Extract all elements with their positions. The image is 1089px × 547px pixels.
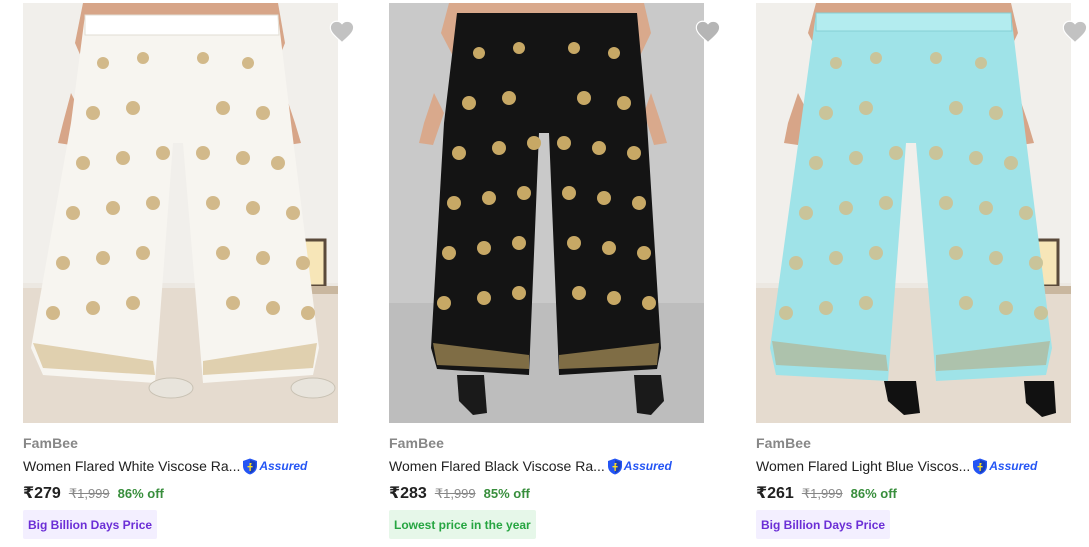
heart-icon[interactable] — [327, 18, 357, 46]
discount-percent: 85% off — [483, 486, 530, 501]
product-title[interactable]: Women Flared Light Blue Viscos... — [756, 458, 970, 474]
assured-label: Assured — [623, 459, 672, 473]
product-image[interactable] — [23, 3, 338, 423]
original-price: ₹1,999 — [434, 486, 476, 501]
heart-icon[interactable] — [1060, 18, 1089, 46]
product-image[interactable] — [756, 3, 1071, 423]
brand-name: FamBee — [389, 435, 445, 451]
offer-badge: Lowest price in the year — [389, 510, 536, 539]
title-row: Women Flared Light Blue Viscos... Assure… — [756, 456, 1037, 476]
assured-label: Assured — [259, 459, 308, 473]
heart-icon[interactable] — [693, 18, 723, 46]
price-row: ₹261 ₹1,999 86% off — [756, 483, 897, 503]
product-title[interactable]: Women Flared White Viscose Ra... — [23, 458, 240, 474]
title-row: Women Flared Black Viscose Ra... Assured — [389, 456, 672, 476]
product-title[interactable]: Women Flared Black Viscose Ra... — [389, 458, 605, 474]
product-card[interactable]: FamBee Women Flared White Viscose Ra... … — [23, 0, 355, 547]
brand-name: FamBee — [23, 435, 79, 451]
selling-price: ₹283 — [389, 485, 427, 502]
shield-icon — [607, 458, 622, 474]
price-row: ₹279 ₹1,999 86% off — [23, 483, 164, 503]
assured-badge: Assured — [972, 457, 1037, 475]
selling-price: ₹279 — [23, 485, 61, 502]
assured-badge: Assured — [242, 457, 307, 475]
original-price: ₹1,999 — [801, 486, 843, 501]
product-image[interactable] — [389, 3, 704, 423]
shield-icon — [973, 458, 988, 474]
original-price: ₹1,999 — [68, 486, 110, 501]
discount-percent: 86% off — [850, 486, 897, 501]
offer-badge: Big Billion Days Price — [756, 510, 891, 539]
product-card[interactable]: FamBee Women Flared Black Viscose Ra... … — [389, 0, 721, 547]
price-row: ₹283 ₹1,999 85% off — [389, 483, 530, 503]
discount-percent: 86% off — [117, 486, 164, 501]
offer-badge: Big Billion Days Price — [23, 510, 158, 539]
product-grid: FamBee Women Flared White Viscose Ra... … — [0, 0, 1089, 547]
shield-icon — [243, 458, 258, 474]
assured-label: Assured — [989, 459, 1038, 473]
selling-price: ₹261 — [756, 485, 794, 502]
brand-name: FamBee — [756, 435, 812, 451]
title-row: Women Flared White Viscose Ra... Assured — [23, 456, 307, 476]
product-card[interactable]: FamBee Women Flared Light Blue Viscos...… — [756, 0, 1089, 547]
assured-badge: Assured — [607, 457, 672, 475]
